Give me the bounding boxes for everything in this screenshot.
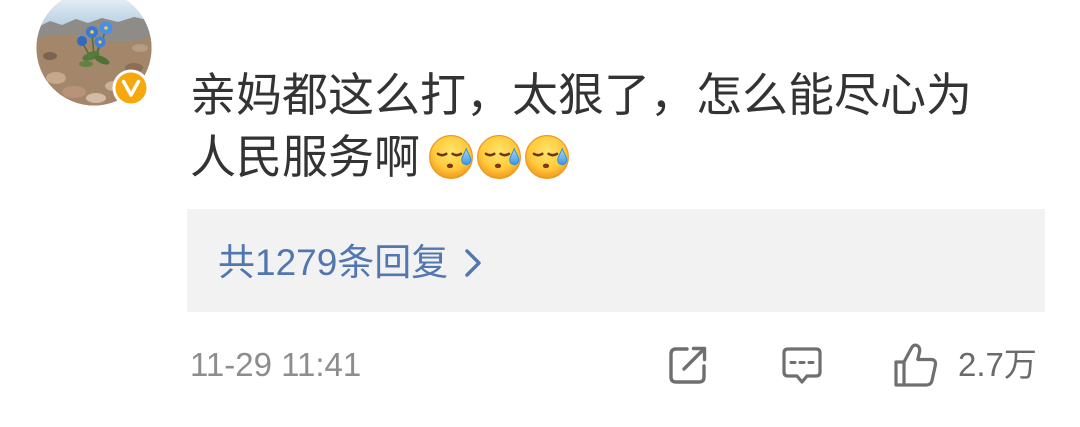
- comment-icon: [782, 347, 822, 384]
- comment-text-line-1: 亲妈都这么打，太狠了，怎么能尽心为: [190, 69, 972, 121]
- view-replies-button[interactable]: 共1279条回复: [187, 209, 1045, 312]
- cold-sweat-emoji-icon: [477, 135, 521, 179]
- cold-sweat-emoji-icon: [429, 135, 473, 179]
- thumbs-up-icon: [894, 343, 938, 387]
- share-icon: [669, 346, 707, 384]
- yellow-v-verified-icon: [112, 69, 150, 107]
- like-button[interactable]: 2.7万: [891, 340, 1037, 390]
- share-button[interactable]: [666, 340, 710, 390]
- reply-count-label: 共1279条回复: [218, 242, 449, 283]
- like-count: 2.7万: [958, 346, 1037, 383]
- chevron-right-icon: [465, 249, 482, 277]
- cold-sweat-emoji-icon: [525, 135, 569, 179]
- comment-button[interactable]: [780, 340, 824, 390]
- comment-card: 亲妈都这么打，太狠了，怎么能尽心为 人民服务啊 共1279条回复 11-29 1…: [0, 0, 1080, 427]
- comment-text-line-2-text: 人民服务啊: [190, 131, 420, 183]
- comment-timestamp: 11-29 11:41: [190, 346, 362, 383]
- comment-body[interactable]: 亲妈都这么打，太狠了，怎么能尽心为 人民服务啊: [190, 64, 1050, 188]
- comment-text-line-2: 人民服务啊: [190, 126, 1050, 188]
